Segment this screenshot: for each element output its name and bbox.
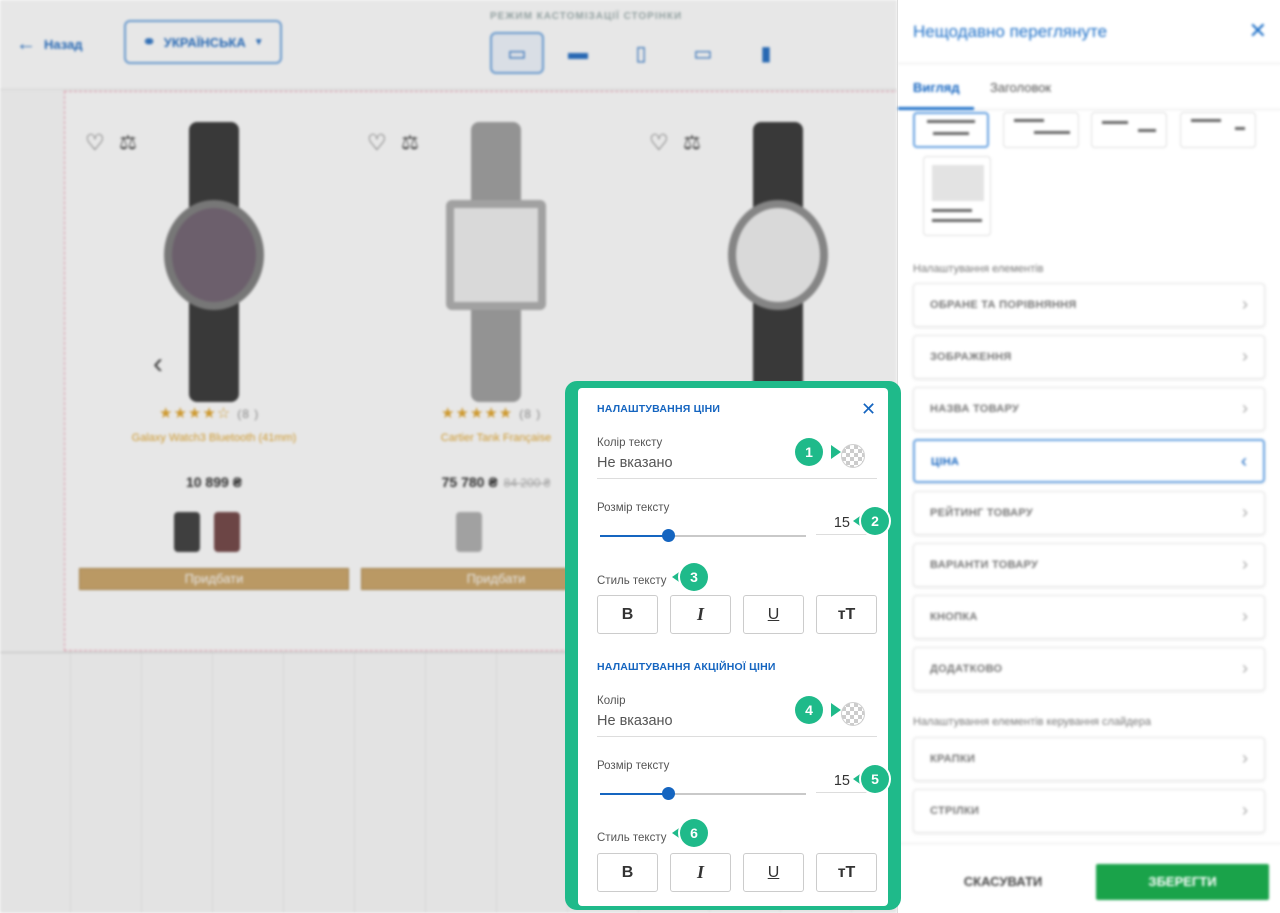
accordion-price[interactable]: ЦІНА ‹	[913, 439, 1265, 483]
slider-section-label: Налаштування елементів керування слайдер…	[913, 716, 1152, 728]
cancel-button[interactable]: СКАСУВАТИ	[913, 864, 1093, 900]
text-case-button[interactable]: тT	[816, 853, 877, 892]
text-case-button[interactable]: тT	[816, 595, 877, 634]
accordion-product-name[interactable]: НАЗВА ТОВАРУ ›	[913, 387, 1265, 431]
chevron-right-icon: ›	[1242, 606, 1248, 626]
chevron-right-icon: ›	[1242, 502, 1248, 522]
panel-footer: СКАСУВАТИ ЗБЕРЕГТИ	[898, 843, 1280, 913]
slider-thumb[interactable]	[661, 529, 675, 542]
text-color-label: Колір тексту	[597, 437, 663, 449]
price-settings-popup: НАЛАШТУВАННЯ ЦІНИ ✕ Колір тексту Не вказ…	[565, 381, 901, 910]
chevron-right-icon: ›	[1242, 658, 1248, 678]
popup-card: НАЛАШТУВАННЯ ЦІНИ ✕ Колір тексту Не вказ…	[578, 388, 888, 906]
accordion-variants[interactable]: ВАРІАНТИ ТОВАРУ ›	[913, 543, 1265, 587]
accordion-rating[interactable]: РЕЙТИНГ ТОВАРУ ›	[913, 491, 1265, 535]
text-size-label: Розмір тексту	[597, 502, 670, 514]
close-icon[interactable]: ✕	[1249, 18, 1267, 44]
italic-button[interactable]: I	[670, 595, 731, 634]
color-picker-swatch[interactable]	[841, 444, 865, 468]
panel-tabs: Вигляд Заголовок	[898, 64, 1280, 110]
step-marker-2: 2	[851, 507, 889, 535]
sale-style-buttons: B I U тT	[597, 853, 877, 892]
step-marker-5: 5	[851, 765, 889, 793]
panel-title: Нещодавно переглянуте	[913, 22, 1108, 41]
bold-button[interactable]: B	[597, 595, 658, 634]
text-size-slider[interactable]	[600, 529, 806, 542]
panel-header: Нещодавно переглянуте ✕	[898, 0, 1280, 64]
sale-style-label: Стиль тексту	[597, 832, 667, 844]
layout-option[interactable]	[1091, 112, 1167, 148]
save-button[interactable]: ЗБЕРЕГТИ	[1096, 864, 1269, 900]
layout-option[interactable]	[1180, 112, 1256, 148]
chevron-right-icon: ›	[1242, 748, 1248, 768]
chevron-left-icon: ‹	[1241, 451, 1247, 471]
chevron-right-icon: ›	[1242, 800, 1248, 820]
settings-panel: Нещодавно переглянуте ✕ Вигляд Заголовок…	[897, 0, 1280, 913]
accordion-dots[interactable]: КРАПКИ ›	[913, 737, 1265, 781]
text-style-buttons: B I U тT	[597, 595, 877, 634]
layout-option[interactable]	[1003, 112, 1079, 148]
chevron-right-icon: ›	[1242, 398, 1248, 418]
underline-button[interactable]: U	[743, 853, 804, 892]
tab-heading[interactable]: Заголовок	[990, 80, 1051, 95]
step-marker-1: 1	[795, 438, 841, 466]
sale-size-slider[interactable]	[600, 787, 806, 800]
chevron-right-icon: ›	[1242, 346, 1248, 366]
layout-option[interactable]	[913, 112, 989, 148]
tab-view[interactable]: Вигляд	[913, 80, 960, 95]
sale-section-title: НАЛАШТУВАННЯ АКЦІЙНОЇ ЦІНИ	[597, 661, 776, 673]
accordion-arrows[interactable]: СТРІЛКИ ›	[913, 789, 1265, 833]
bold-button[interactable]: B	[597, 853, 658, 892]
italic-button[interactable]: I	[670, 853, 731, 892]
sale-color-label: Колір	[597, 695, 626, 707]
slider-thumb[interactable]	[661, 787, 675, 800]
text-style-label: Стиль тексту	[597, 575, 667, 587]
layout-option[interactable]	[923, 156, 991, 236]
accordion-image[interactable]: ЗОБРАЖЕННЯ ›	[913, 335, 1265, 379]
step-marker-3: 3	[670, 563, 708, 591]
color-picker-swatch[interactable]	[841, 702, 865, 726]
close-icon[interactable]: ✕	[861, 400, 876, 418]
price-section-title: НАЛАШТУВАННЯ ЦІНИ	[597, 403, 721, 415]
elements-section-label: Налаштування елементів	[913, 263, 1044, 275]
accordion-additional[interactable]: ДОДАТКОВО ›	[913, 647, 1265, 691]
chevron-right-icon: ›	[1242, 294, 1248, 314]
accordion-button[interactable]: КНОПКА ›	[913, 595, 1265, 639]
accordion-favorites[interactable]: ОБРАНЕ ТА ПОРІВНЯННЯ ›	[913, 283, 1265, 327]
step-marker-6: 6	[670, 819, 708, 847]
step-marker-4: 4	[795, 696, 841, 724]
sale-size-label: Розмір тексту	[597, 760, 670, 772]
underline-button[interactable]: U	[743, 595, 804, 634]
chevron-right-icon: ›	[1242, 554, 1248, 574]
